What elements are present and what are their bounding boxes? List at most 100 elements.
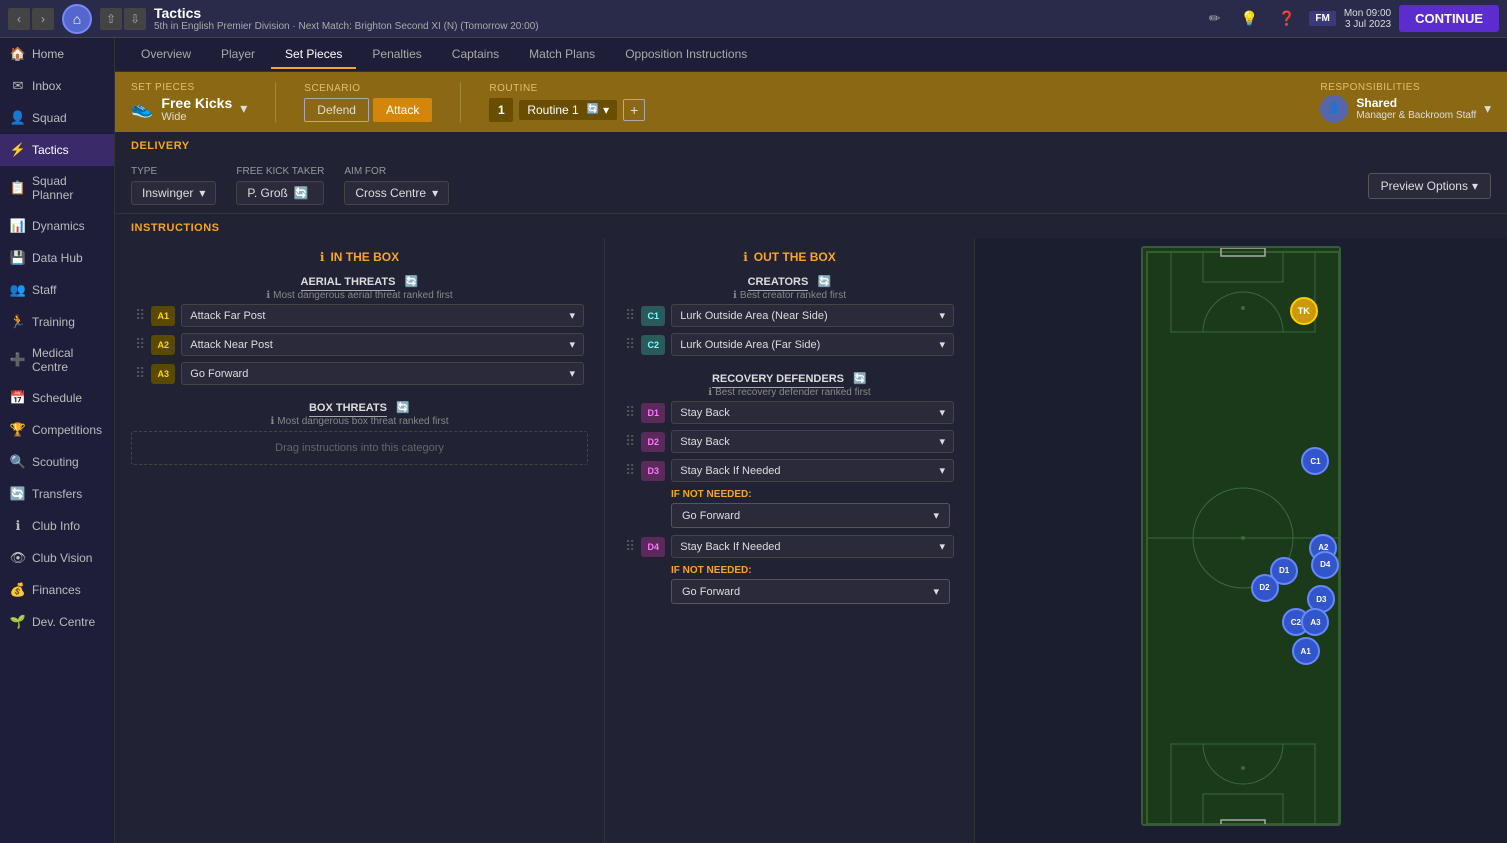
sidebar-item-dev-centre[interactable]: 🌱 Dev. Centre xyxy=(0,606,114,638)
inst-dropdown-a2[interactable]: Attack Near Post ▾ xyxy=(181,333,584,356)
sidebar-label-squad: Squad xyxy=(32,111,67,125)
sidebar-item-dynamics[interactable]: 📊 Dynamics xyxy=(0,210,114,242)
tab-set-pieces[interactable]: Set Pieces xyxy=(271,41,356,69)
set-pieces-dropdown-button[interactable]: ▾ xyxy=(240,100,247,117)
routine-add-button[interactable]: + xyxy=(623,99,645,121)
if-not-chevron-d3: ▾ xyxy=(933,509,939,522)
tactics-forward-button[interactable]: ⇩ xyxy=(124,8,146,30)
player-dot-a3[interactable]: A3 xyxy=(1301,608,1329,636)
drag-handle-c2[interactable]: ⠿ xyxy=(625,336,635,353)
taker-dropdown[interactable]: P. Groß 🔄 xyxy=(236,181,324,205)
recovery-refresh-icon[interactable]: 🔄 xyxy=(853,373,867,385)
player-dot-a1[interactable]: A1 xyxy=(1292,637,1320,665)
type-dropdown[interactable]: Inswinger ▾ xyxy=(131,181,216,205)
sidebar-item-staff[interactable]: 👥 Staff xyxy=(0,274,114,306)
tab-penalties[interactable]: Penalties xyxy=(358,41,435,69)
sidebar-item-club-info[interactable]: ℹ Club Info xyxy=(0,510,114,542)
continue-button[interactable]: CONTINUE xyxy=(1399,5,1499,32)
sidebar-item-squad-planner[interactable]: 📋 Squad Planner xyxy=(0,166,114,210)
sidebar-item-squad[interactable]: 👤 Squad xyxy=(0,102,114,134)
field-visualization-area: TK C1 A2 D4 D1 D2 D3 C2 xyxy=(975,238,1507,843)
if-not-label-d3: IF NOT NEEDED: xyxy=(671,489,950,500)
inst-dropdown-a3[interactable]: Go Forward ▾ xyxy=(181,362,584,385)
table-row: ⠿ D4 Stay Back If Needed ▾ xyxy=(621,532,958,561)
sidebar-item-transfers[interactable]: 🔄 Transfers xyxy=(0,478,114,510)
sidebar-item-training[interactable]: 🏃 Training xyxy=(0,306,114,338)
set-pieces-section: SET PIECES 👟 Free Kicks Wide ▾ xyxy=(131,82,247,123)
aim-dropdown[interactable]: Cross Centre ▾ xyxy=(344,181,449,205)
drop-zone[interactable]: Drag instructions into this category xyxy=(131,431,588,465)
table-row: ⠿ A3 Go Forward ▾ xyxy=(131,359,588,388)
attack-button[interactable]: Attack xyxy=(373,98,432,122)
if-not-chevron-d4: ▾ xyxy=(933,585,939,598)
creators-refresh-icon[interactable]: 🔄 xyxy=(818,276,832,288)
sidebar-item-home[interactable]: 🏠 Home xyxy=(0,38,114,70)
forward-button[interactable]: › xyxy=(32,8,54,30)
tab-overview[interactable]: Overview xyxy=(127,41,205,69)
drag-handle-c1[interactable]: ⠿ xyxy=(625,307,635,324)
inst-dropdown-c1[interactable]: Lurk Outside Area (Near Side) ▾ xyxy=(671,304,954,327)
resp-dropdown-button[interactable]: ▾ xyxy=(1484,101,1491,117)
defend-button[interactable]: Defend xyxy=(304,98,369,122)
taker-value: P. Groß xyxy=(247,186,287,200)
if-not-dropdown-d4[interactable]: Go Forward ▾ xyxy=(671,579,950,604)
inst-dropdown-d4[interactable]: Stay Back If Needed ▾ xyxy=(671,535,954,558)
inst-dropdown-d2[interactable]: Stay Back ▾ xyxy=(671,430,954,453)
box-threats-section: BOX THREATS 🔄 ℹ Most dangerous box threa… xyxy=(123,400,596,465)
player-dot-d2[interactable]: D2 xyxy=(1251,574,1279,602)
badge-d1: D1 xyxy=(641,403,665,423)
drag-handle-a1[interactable]: ⠿ xyxy=(135,307,145,324)
drag-handle-d4[interactable]: ⠿ xyxy=(625,538,635,555)
inst-dropdown-d3[interactable]: Stay Back If Needed ▾ xyxy=(671,459,954,482)
tactics-title: Tactics xyxy=(154,5,1195,21)
scenario-section: SCENARIO Defend Attack xyxy=(304,83,432,122)
drag-handle-a2[interactable]: ⠿ xyxy=(135,336,145,353)
sidebar-item-schedule[interactable]: 📅 Schedule xyxy=(0,382,114,414)
tab-captains[interactable]: Captains xyxy=(438,41,513,69)
sidebar-item-data-hub[interactable]: 💾 Data Hub xyxy=(0,242,114,274)
drag-handle-d2[interactable]: ⠿ xyxy=(625,433,635,450)
sidebar-item-inbox[interactable]: ✉ Inbox xyxy=(0,70,114,102)
tab-opposition-instructions[interactable]: Opposition Instructions xyxy=(611,41,761,69)
preview-options-button[interactable]: Preview Options ▾ xyxy=(1368,173,1491,199)
tactics-back-button[interactable]: ⇧ xyxy=(100,8,122,30)
home-icon[interactable]: ⌂ xyxy=(62,4,92,34)
tab-player[interactable]: Player xyxy=(207,41,269,69)
help-icon[interactable]: 💡 xyxy=(1235,8,1264,29)
tactics-icon: ⚡ xyxy=(10,142,26,158)
if-not-dropdown-d3[interactable]: Go Forward ▾ xyxy=(671,503,950,528)
box-threats-refresh-icon[interactable]: 🔄 xyxy=(396,402,410,414)
aerial-refresh-icon[interactable]: 🔄 xyxy=(405,276,419,288)
player-dot-tk[interactable]: TK xyxy=(1290,297,1318,325)
drag-handle-d3[interactable]: ⠿ xyxy=(625,462,635,479)
inst-dropdown-c2[interactable]: Lurk Outside Area (Far Side) ▾ xyxy=(671,333,954,356)
right-area: ℹ OUT THE BOX CREATORS 🔄 ℹ xyxy=(605,238,1507,843)
info-icon[interactable]: ❓ xyxy=(1272,8,1301,29)
inst-dropdown-d1[interactable]: Stay Back ▾ xyxy=(671,401,954,424)
sidebar-item-scouting[interactable]: 🔍 Scouting xyxy=(0,446,114,478)
sidebar-item-medical-centre[interactable]: ➕ Medical Centre xyxy=(0,338,114,382)
scouting-icon: 🔍 xyxy=(10,454,26,470)
if-not-needed-d3: IF NOT NEEDED: Go Forward ▾ xyxy=(621,485,958,532)
sidebar-item-tactics[interactable]: ⚡ Tactics xyxy=(0,134,114,166)
out-the-box-title: OUT THE BOX xyxy=(754,250,836,264)
sidebar-item-club-vision[interactable]: 👁 Club Vision xyxy=(0,542,114,574)
routine-dropdown[interactable]: Routine 1 🔄 ▾ xyxy=(519,100,617,120)
drag-handle-d1[interactable]: ⠿ xyxy=(625,404,635,421)
edit-icon[interactable]: ✏ xyxy=(1203,8,1227,29)
sidebar-label-competitions: Competitions xyxy=(32,423,102,437)
inst-dropdown-a1[interactable]: Attack Far Post ▾ xyxy=(181,304,584,327)
d4-label: Stay Back If Needed xyxy=(680,541,780,553)
resp-subtitle: Manager & Backroom Staff xyxy=(1356,110,1476,121)
back-button[interactable]: ‹ xyxy=(8,8,30,30)
type-field: TYPE Inswinger ▾ xyxy=(131,166,216,205)
player-dot-d4[interactable]: D4 xyxy=(1311,551,1339,579)
aim-field: AIM FOR Cross Centre ▾ xyxy=(344,166,449,205)
sidebar-item-finances[interactable]: 💰 Finances xyxy=(0,574,114,606)
data-hub-icon: 💾 xyxy=(10,250,26,266)
tab-match-plans[interactable]: Match Plans xyxy=(515,41,609,69)
drag-handle-a3[interactable]: ⠿ xyxy=(135,365,145,382)
sidebar-item-competitions[interactable]: 🏆 Competitions xyxy=(0,414,114,446)
schedule-icon: 📅 xyxy=(10,390,26,406)
player-dot-c1[interactable]: C1 xyxy=(1301,447,1329,475)
